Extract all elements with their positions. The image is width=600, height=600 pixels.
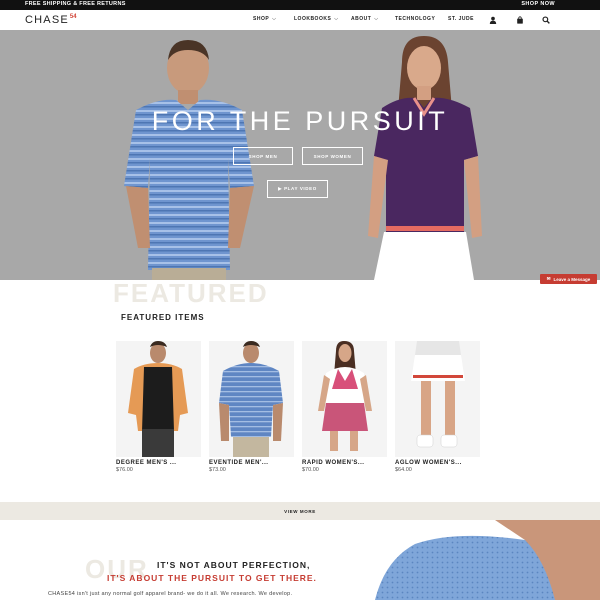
search-icon[interactable]: [542, 16, 550, 24]
leave-message-button[interactable]: ✉ Leave a Message: [540, 274, 597, 284]
product-card[interactable]: RAPID WOMEN'S... $70.00: [302, 341, 387, 473]
promo-text: FREE SHIPPING & FREE RETURNS: [25, 1, 126, 7]
hero-woman-image: [368, 36, 482, 280]
promo-bar: FREE SHIPPING & FREE RETURNS SHOP NOW: [0, 0, 600, 10]
product-image[interactable]: [302, 341, 387, 457]
logo[interactable]: CHASE 54: [25, 14, 77, 26]
product-name[interactable]: AGLOW WOMEN'S...: [395, 460, 480, 466]
product-name[interactable]: RAPID WOMEN'S...: [302, 460, 387, 466]
product-price: $76.00: [116, 467, 133, 473]
nav-shop-label: SHOP: [253, 16, 270, 22]
logo-word: CHASE: [25, 14, 69, 26]
product-image[interactable]: [116, 341, 201, 457]
view-more-button[interactable]: VIEW MORE: [0, 502, 600, 520]
featured-items-heading: FEATURED ITEMS: [121, 313, 205, 322]
product-price: $73.00: [209, 467, 226, 473]
hero-banner: FOR THE PURSUIT SHOP MEN SHOP WOMEN ▶ PL…: [0, 30, 600, 280]
product-card[interactable]: EVENTIDE MEN'... $73.00: [209, 341, 294, 473]
play-video-button[interactable]: ▶ PLAY VIDEO: [267, 180, 328, 198]
nav-shop[interactable]: SHOP ⌵: [253, 16, 276, 22]
product-card[interactable]: DEGREE MEN'S ... $76.00: [116, 341, 201, 473]
product-image[interactable]: [395, 341, 480, 457]
nav-st-jude-label: ST. JUDE: [448, 16, 474, 22]
story-image: [375, 520, 600, 600]
site-header: CHASE 54 SHOP ⌵ LOOKBOOKS ⌵ ABOUT ⌵ TECH…: [0, 10, 600, 30]
product-image[interactable]: [209, 341, 294, 457]
product-price: $70.00: [302, 467, 319, 473]
story-subheadline: IT'S ABOUT THE PURSUIT TO GET THERE.: [107, 573, 317, 583]
nav-st-jude[interactable]: ST. JUDE: [448, 16, 474, 22]
cart-icon[interactable]: [516, 16, 524, 24]
hero-title: FOR THE PURSUIT: [151, 106, 449, 136]
chevron-down-icon: ⌵: [334, 16, 339, 22]
chevron-down-icon: ⌵: [374, 16, 379, 22]
product-card[interactable]: AGLOW WOMEN'S... $64.00: [395, 341, 480, 473]
logo-number: 54: [69, 14, 77, 20]
story-section: OUR IT'S NOT ABOUT PERFECTION, IT'S ABOU…: [0, 520, 600, 600]
product-price: $64.00: [395, 467, 412, 473]
product-name[interactable]: EVENTIDE MEN'...: [209, 460, 294, 466]
nav-lookbooks[interactable]: LOOKBOOKS ⌵: [294, 16, 339, 22]
nav-technology[interactable]: TECHNOLOGY: [395, 16, 435, 22]
shop-women-button[interactable]: SHOP WOMEN: [302, 147, 363, 165]
nav-technology-label: TECHNOLOGY: [395, 16, 436, 22]
nav-about-label: ABOUT: [351, 16, 372, 22]
shop-men-button[interactable]: SHOP MEN: [233, 147, 293, 165]
product-name[interactable]: DEGREE MEN'S ...: [116, 460, 201, 466]
story-paragraph: CHASE54 isn't just any normal golf appar…: [48, 591, 293, 597]
chevron-down-icon: ⌵: [272, 16, 277, 22]
featured-background-text: FEATURED: [113, 278, 269, 308]
nav-about[interactable]: ABOUT ⌵: [351, 16, 379, 22]
story-headline: IT'S NOT ABOUT PERFECTION,: [157, 560, 311, 570]
leave-message-label: Leave a Message: [553, 276, 591, 282]
nav-lookbooks-label: LOOKBOOKS: [294, 16, 332, 22]
shop-now-link[interactable]: SHOP NOW: [521, 1, 555, 7]
chat-icon: ✉: [546, 276, 551, 281]
account-icon[interactable]: [489, 16, 497, 24]
